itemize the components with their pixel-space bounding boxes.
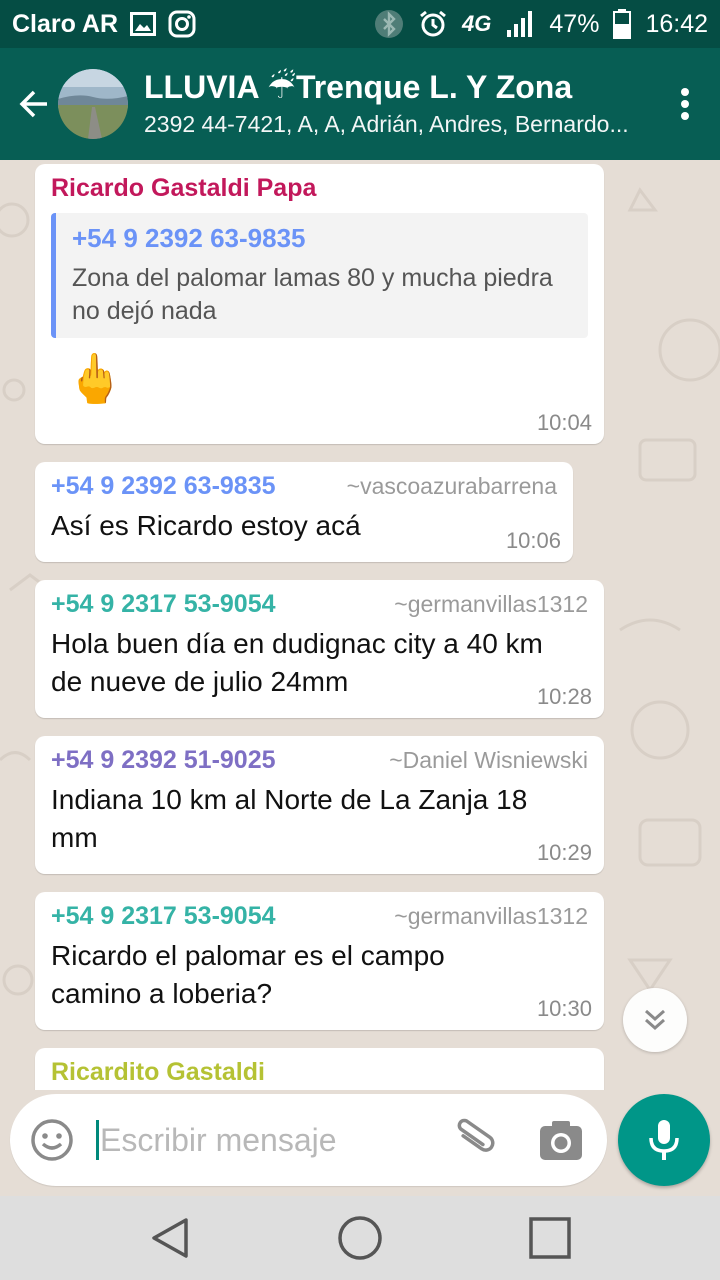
system-nav-bar <box>0 1196 720 1280</box>
sender-alias: ~vascoazurabarrena <box>346 473 557 499</box>
back-button[interactable] <box>4 48 64 160</box>
camera-icon[interactable] <box>538 1118 584 1162</box>
battery-icon <box>613 9 632 39</box>
carrier-name: Claro AR <box>12 9 119 38</box>
battery-percent: 47% <box>549 9 600 38</box>
more-vert-icon <box>681 88 689 96</box>
instagram-icon <box>168 10 196 38</box>
sender-alias: ~germanvillas1312 <box>394 591 588 617</box>
scroll-to-bottom-button[interactable] <box>623 988 687 1052</box>
network-type: 4G <box>462 11 492 36</box>
chat-title-block[interactable]: LLUVIA ☔Trenque L. Y Zona 2392 44-7421, … <box>144 67 644 141</box>
message-text: Hola buen día en dudignac city a 40 km d… <box>51 628 543 697</box>
message-text: Así es Ricardo estoy acá <box>51 510 361 541</box>
message-sender[interactable]: +54 9 2317 53-9054 <box>51 590 276 619</box>
message-bubble[interactable]: Ricardito Gastaldi <box>35 1048 604 1090</box>
message-bubble[interactable]: +54 9 2392 63-9835 ~vascoazurabarrena As… <box>35 462 573 562</box>
emoji-icon[interactable] <box>30 1118 74 1162</box>
compose-bar <box>0 1090 720 1196</box>
voice-record-button[interactable] <box>618 1094 710 1186</box>
message-sender[interactable]: Ricardo Gastaldi Papa <box>51 174 588 203</box>
middle-finger-emoji: 🖕 <box>65 353 125 406</box>
message-input[interactable] <box>96 1118 426 1162</box>
message-text: Ricardo el palomar es el campo camino a … <box>51 940 445 1009</box>
message-sender[interactable]: Ricardito Gastaldi <box>51 1058 588 1087</box>
sender-alias: ~Daniel Wisniewski <box>389 747 588 773</box>
group-avatar[interactable] <box>58 69 128 139</box>
quoted-message[interactable]: +54 9 2392 63-9835 Zona del palomar lama… <box>51 213 588 338</box>
message-input-container[interactable] <box>10 1094 607 1186</box>
quoted-text: Zona del palomar lamas 80 y mucha piedra… <box>72 264 553 325</box>
triangle-back-icon <box>152 1218 188 1258</box>
status-bar: Claro AR 4G 47% 16:42 <box>0 0 720 48</box>
double-chevron-down-icon <box>645 1009 665 1031</box>
chat-header: LLUVIA ☔Trenque L. Y Zona 2392 44-7421, … <box>0 48 720 160</box>
clock: 16:42 <box>645 9 708 38</box>
circle-home-icon <box>338 1216 382 1260</box>
message-time: 10:04 <box>536 410 592 435</box>
message-time: 10:29 <box>536 840 592 865</box>
message-bubble[interactable]: +54 9 2392 51-9025 ~Daniel Wisniewski In… <box>35 736 604 874</box>
message-time: 10:30 <box>536 996 592 1021</box>
message-time: 10:06 <box>505 528 561 553</box>
alarm-icon <box>418 9 448 39</box>
message-bubble[interactable]: +54 9 2317 53-9054 ~germanvillas1312 Hol… <box>35 580 604 718</box>
arrow-left-icon <box>19 90 47 118</box>
bluetooth-icon <box>374 9 404 39</box>
group-members: 2392 44-7421, A, A, Adrián, Andres, Bern… <box>144 111 629 137</box>
microphone-icon <box>649 1120 679 1160</box>
image-icon <box>130 12 157 36</box>
more-options-button[interactable] <box>670 84 700 124</box>
nav-recents-button[interactable] <box>526 1214 574 1262</box>
square-recents-icon <box>529 1217 571 1259</box>
message-sender[interactable]: +54 9 2317 53-9054 <box>51 902 276 931</box>
nav-home-button[interactable] <box>336 1214 384 1262</box>
signal-icon <box>505 10 535 38</box>
message-list[interactable]: Ricardo Gastaldi Papa +54 9 2392 63-9835… <box>0 160 720 1090</box>
message-text: Indiana 10 km al Norte de La Zanja 18 mm <box>51 784 528 853</box>
attach-icon[interactable] <box>450 1114 498 1166</box>
sender-alias: ~germanvillas1312 <box>394 903 588 929</box>
nav-back-button[interactable] <box>146 1214 194 1262</box>
group-title: LLUVIA ☔Trenque L. Y Zona <box>144 69 573 105</box>
message-time: 10:28 <box>536 684 592 709</box>
message-sender[interactable]: +54 9 2392 63-9835 <box>51 472 276 501</box>
message-sender[interactable]: +54 9 2392 51-9025 <box>51 746 276 775</box>
quoted-sender: +54 9 2392 63-9835 <box>72 223 306 253</box>
message-bubble[interactable]: +54 9 2317 53-9054 ~germanvillas1312 Ric… <box>35 892 604 1030</box>
message-bubble[interactable]: Ricardo Gastaldi Papa +54 9 2392 63-9835… <box>35 164 604 444</box>
